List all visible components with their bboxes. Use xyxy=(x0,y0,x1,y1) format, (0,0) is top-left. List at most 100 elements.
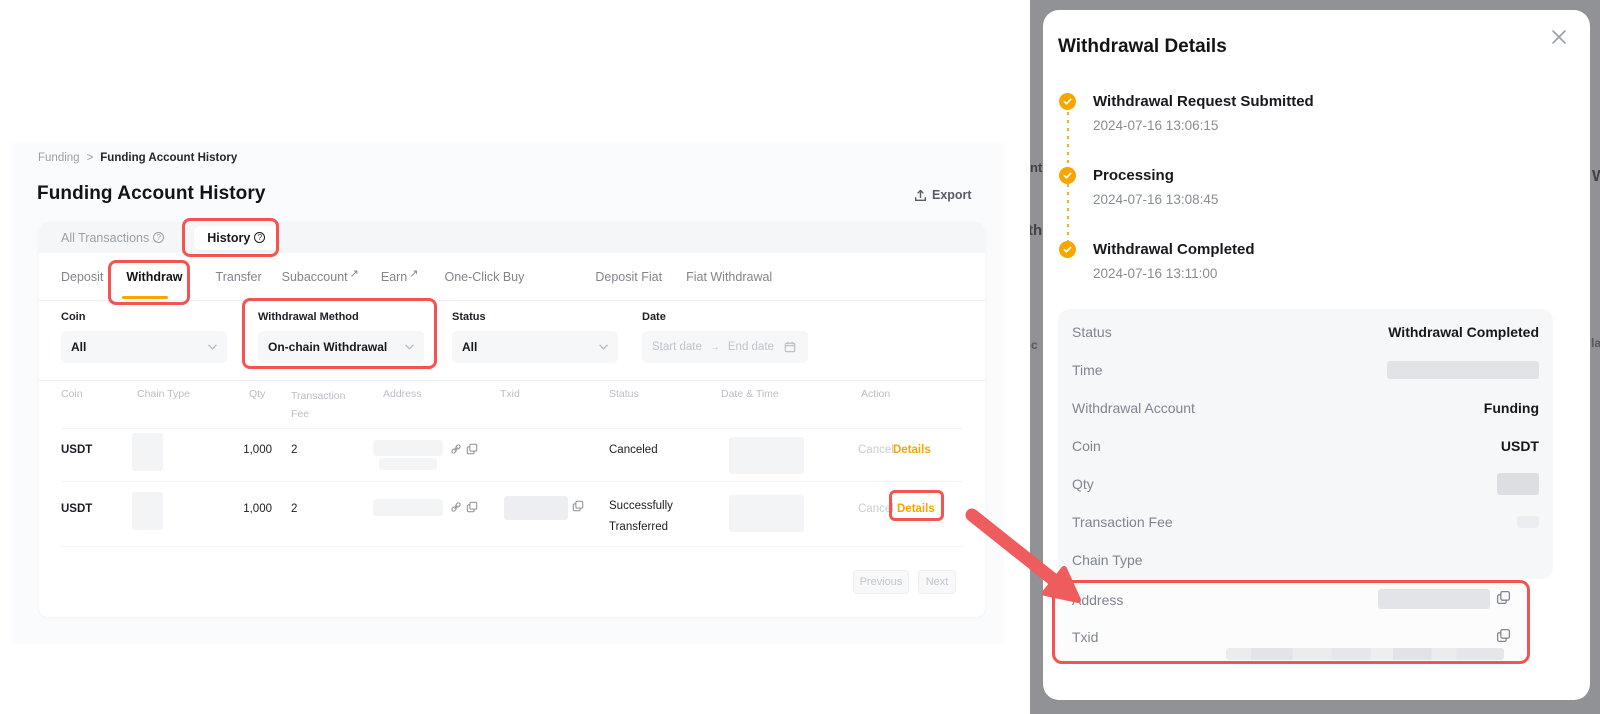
export-button[interactable]: Export xyxy=(914,188,972,202)
redacted-address xyxy=(373,499,443,516)
subtab-subaccount[interactable]: Subaccount ↗ xyxy=(282,270,359,284)
copy-icon[interactable] xyxy=(1496,628,1511,643)
question-icon: ? xyxy=(254,232,265,243)
detail-row-qty: Qty xyxy=(1072,465,1539,503)
breadcrumb: Funding > Funding Account History xyxy=(38,152,237,164)
date-arrow-icon: → xyxy=(710,342,720,353)
tab-history[interactable]: History ? xyxy=(194,226,278,250)
copy-icon[interactable] xyxy=(572,500,584,512)
details-action[interactable]: Details xyxy=(893,444,931,456)
details-action[interactable]: Details xyxy=(897,503,935,515)
link-icon[interactable] xyxy=(450,443,462,455)
subtab-withdraw[interactable]: Withdraw xyxy=(126,270,182,284)
filter-method-value: On-chain Withdrawal xyxy=(268,340,387,354)
subtab-earn-label: Earn xyxy=(381,270,407,284)
subtab-fiat-withdrawal[interactable]: Fiat Withdrawal xyxy=(686,270,772,284)
cell-qty: 1,000 xyxy=(228,444,272,456)
filter-method-select[interactable]: On-chain Withdrawal xyxy=(258,331,424,363)
copy-icon[interactable] xyxy=(1496,590,1511,605)
page-title: Funding Account History xyxy=(37,183,266,205)
detail-label: Qty xyxy=(1072,476,1094,492)
link-icon[interactable] xyxy=(450,501,462,513)
breadcrumb-root[interactable]: Funding xyxy=(38,152,80,164)
divider xyxy=(39,300,985,301)
close-icon[interactable] xyxy=(1548,26,1570,48)
col-header-chain-type: Chain Type xyxy=(137,388,190,400)
export-icon xyxy=(914,189,927,202)
tab-history-label: History xyxy=(207,231,250,245)
modal-title: Withdrawal Details xyxy=(1058,36,1227,58)
start-date-placeholder: Start date xyxy=(652,341,702,353)
detail-value: USDT xyxy=(1501,438,1539,454)
filter-status-select[interactable]: All xyxy=(452,331,618,363)
redacted-qty xyxy=(1497,473,1539,495)
filter-coin-value: All xyxy=(71,340,86,354)
cell-qty: 1,000 xyxy=(228,503,272,515)
redacted-txid xyxy=(504,496,568,520)
filter-date-label: Date xyxy=(642,311,666,323)
subtab-deposit[interactable]: Deposit xyxy=(61,270,103,284)
detail-row-status: Status Withdrawal Completed xyxy=(1072,313,1539,351)
filter-status-value: All xyxy=(462,340,477,354)
active-subtab-underline xyxy=(122,296,168,299)
timeline-step-label: Processing xyxy=(1093,167,1174,184)
redacted-txid xyxy=(1226,648,1504,660)
txid-label: Txid xyxy=(1072,629,1098,645)
detail-label: Status xyxy=(1072,324,1112,340)
redacted-address xyxy=(1378,589,1490,609)
cell-fee: 2 xyxy=(291,503,297,515)
occluded-text-fragment: la xyxy=(1591,336,1600,350)
redacted-chain-type xyxy=(132,492,163,530)
step-complete-icon xyxy=(1059,241,1076,258)
detail-row-time: Time xyxy=(1072,351,1539,389)
detail-value: Withdrawal Completed xyxy=(1388,324,1539,340)
detail-label: Withdrawal Account xyxy=(1072,400,1195,416)
redacted-date xyxy=(729,437,804,474)
filter-coin-label: Coin xyxy=(61,311,85,323)
occluded-text-fragment: th xyxy=(1030,222,1042,239)
copy-icon[interactable] xyxy=(466,501,478,513)
cancel-action[interactable]: Cancel xyxy=(858,503,894,515)
subtab-bar: Deposit Withdraw Transfer Subaccount ↗ E… xyxy=(61,253,772,300)
subtab-subaccount-label: Subaccount xyxy=(282,270,348,284)
detail-row-coin: Coin USDT xyxy=(1072,427,1539,465)
cell-coin: USDT xyxy=(61,444,92,456)
col-header-address: Address xyxy=(383,388,422,400)
copy-icon[interactable] xyxy=(466,443,478,455)
filter-coin-select[interactable]: All xyxy=(61,331,227,363)
subtab-earn[interactable]: Earn ↗ xyxy=(381,270,419,284)
chevron-down-icon xyxy=(208,344,217,350)
detail-label: Time xyxy=(1072,362,1103,378)
redacted-date xyxy=(729,495,804,532)
export-label: Export xyxy=(932,188,972,202)
withdrawal-detail-card: Status Withdrawal Completed Time Withdra… xyxy=(1058,309,1553,579)
cell-fee: 2 xyxy=(291,444,297,456)
redacted-address xyxy=(373,440,443,456)
previous-button[interactable]: Previous xyxy=(853,570,909,594)
col-header-coin: Coin xyxy=(61,388,83,400)
occluded-text-fragment: W xyxy=(1592,168,1600,186)
subtab-one-click-buy[interactable]: One-Click Buy xyxy=(444,270,524,284)
detail-row-fee: Transaction Fee xyxy=(1072,503,1539,541)
redacted-fee xyxy=(1517,516,1539,528)
occluded-text-fragment: nt xyxy=(1030,160,1042,175)
cancel-action[interactable]: Cancel xyxy=(858,444,894,456)
filter-status-label: Status xyxy=(452,311,486,323)
divider xyxy=(39,380,985,381)
tab-bar: All Transactions ? History ? xyxy=(39,222,985,253)
timeline-step-time: 2024-07-16 13:11:00 xyxy=(1093,266,1217,281)
col-header-date-time: Date & Time xyxy=(721,388,779,400)
external-link-icon: ↗ xyxy=(350,267,359,280)
end-date-placeholder: End date xyxy=(728,341,774,353)
occluded-text-fragment: c xyxy=(1031,338,1038,352)
timeline-step-label: Withdrawal Request Submitted xyxy=(1093,93,1314,110)
step-complete-icon xyxy=(1059,93,1076,110)
cell-status: Canceled xyxy=(609,444,658,456)
tab-all-transactions[interactable]: All Transactions ? xyxy=(61,231,164,245)
divider xyxy=(61,428,963,429)
col-header-action: Action xyxy=(861,388,890,400)
step-complete-icon xyxy=(1059,167,1076,184)
filter-date-range[interactable]: Start date → End date xyxy=(642,331,808,363)
subtab-deposit-fiat[interactable]: Deposit Fiat xyxy=(595,270,662,284)
subtab-transfer[interactable]: Transfer xyxy=(216,270,262,284)
